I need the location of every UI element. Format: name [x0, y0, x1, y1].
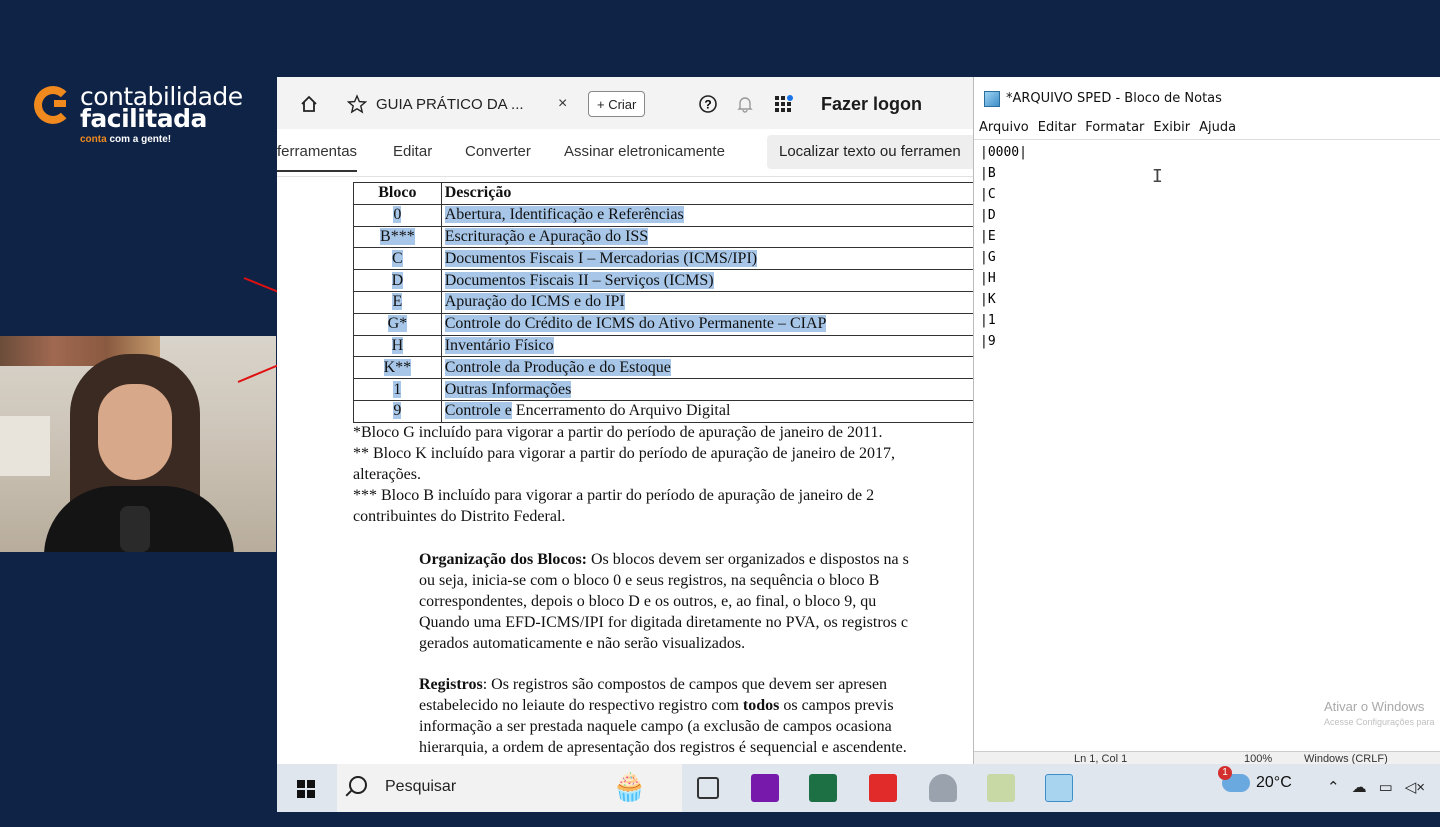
text-line: |9 [980, 334, 996, 349]
notepad-text-area[interactable]: |0000| |B |C |D |E |G |H |K |1 |9 I [974, 139, 1440, 751]
menu-editar[interactable]: Editar [1038, 120, 1077, 135]
weather-badge: 1 [1218, 766, 1232, 780]
menu-arquivo[interactable]: Arquivo [979, 120, 1029, 135]
anydesk-icon[interactable] [869, 774, 897, 802]
status-zoom: 100% [1244, 753, 1273, 764]
tab-close-icon[interactable]: × [558, 91, 567, 117]
windows-start-icon[interactable] [297, 780, 315, 798]
registros-paragraph: Registros: Os registros são compostos de… [419, 676, 907, 756]
microphone [120, 506, 150, 552]
tab-title[interactable]: GUIA PRÁTICO DA ... [376, 91, 524, 117]
tool-assinar[interactable]: Assinar eletronicamente [564, 143, 725, 160]
notepad-icon [984, 91, 1000, 107]
search-icon [349, 776, 367, 794]
cupcake-icon: 🧁 [612, 771, 647, 802]
footnote-g: *Bloco G incluído para vigorar a partir … [353, 424, 883, 441]
pdf-toolbar: ferramentas Editar Converter Assinar ele… [277, 129, 977, 177]
speaker-mute-icon[interactable]: ◁× [1405, 778, 1425, 796]
weather-temp: 20°C [1256, 774, 1292, 791]
taskbar-search[interactable]: Pesquisar 🧁 [337, 764, 682, 812]
footnote-k-cont: alterações. [353, 466, 421, 483]
login-button[interactable]: Fazer logon [821, 91, 922, 117]
table-row: C Documentos Fiscais I – Mercadorias (ICM… [353, 247, 974, 271]
notepad-window[interactable]: *ARQUIVO SPED - Bloco de Notas Arquivo E… [973, 77, 1440, 764]
org-paragraph: Organização dos Blocos: Os blocos devem … [419, 551, 909, 652]
onenote-icon[interactable] [751, 774, 779, 802]
activate-windows-title: Ativar o Windows [1324, 699, 1425, 714]
brand-g-icon [34, 86, 72, 124]
excel-icon[interactable] [809, 774, 837, 802]
search-label: Pesquisar [385, 778, 457, 795]
notepad-menu: Arquivo Editar Formatar Exibir Ajuda [979, 120, 1236, 135]
text-line: |B [980, 166, 996, 181]
table-row: 1 Outras Informações [353, 378, 974, 401]
table-row: K** Controle da Produção e do Estoque [353, 356, 974, 380]
notepad-statusbar: Ln 1, Col 1 100% Windows (CRLF) [974, 751, 1440, 764]
notepad-title: *ARQUIVO SPED - Bloco de Notas [1006, 91, 1222, 106]
helmet-app-icon[interactable] [929, 774, 957, 802]
svg-text:?: ? [704, 98, 711, 112]
table-row: H Inventário Físico [353, 334, 974, 358]
screen-share: GUIA PRÁTICO DA ... × + Criar ? Fazer lo… [277, 77, 1440, 812]
system-tray[interactable]: ⌃ ☁ ▭ ◁× [1327, 778, 1425, 796]
network-icon[interactable]: ☁ [1352, 778, 1367, 796]
text-line: |0000| [980, 145, 1027, 160]
text-line: |G [980, 250, 996, 265]
brand-line2: facilitada [80, 104, 207, 133]
tool-editar[interactable]: Editar [393, 143, 432, 160]
chevron-up-icon[interactable]: ⌃ [1327, 778, 1340, 796]
blocks-table: Bloco Descrição 0 Abertura, Identificação… [353, 182, 974, 423]
table-row: E Apuração do ICMS e do IPI [353, 290, 974, 314]
table-row: 9 Controle e Encerramento do Arquivo Digi… [353, 399, 974, 423]
table-row: G* Controle do Crédito de ICMS do Ativo P… [353, 312, 974, 336]
favorite-star-icon[interactable] [347, 91, 367, 117]
cloud-icon: 1 [1218, 766, 1250, 792]
table-row: D Documentos Fiscais II – Serviços (ICMS) [353, 269, 974, 292]
menu-ajuda[interactable]: Ajuda [1199, 120, 1236, 135]
apps-grid-icon[interactable] [774, 91, 796, 117]
text-line: |K [980, 292, 996, 307]
text-line: |D [980, 208, 996, 223]
editor-app-icon[interactable] [987, 774, 1015, 802]
text-line: |H [980, 271, 996, 286]
brand-tagline: conta com a gente! [80, 134, 172, 145]
bell-icon[interactable] [735, 91, 755, 117]
notepad-titlebar[interactable]: *ARQUIVO SPED - Bloco de Notas [974, 77, 1440, 121]
text-line: |E [980, 229, 996, 244]
help-icon[interactable]: ? [698, 91, 718, 117]
menu-formatar[interactable]: Formatar [1085, 120, 1144, 135]
table-row: B*** Escrituração e Apuração do ISS [353, 225, 974, 249]
status-line-ending: Windows (CRLF) [1304, 753, 1388, 764]
text-line: |1 [980, 313, 996, 328]
task-view-icon[interactable] [697, 777, 719, 799]
browser-tab-bar: GUIA PRÁTICO DA ... × + Criar ? Fazer lo… [277, 77, 974, 129]
find-input[interactable]: Localizar texto ou ferramen [767, 135, 977, 169]
table-header-bloco: Bloco [353, 182, 442, 205]
footnote-b: *** Bloco B incluído para vigorar a part… [353, 487, 875, 504]
footnote-k: ** Bloco K incluído para vigorar a parti… [353, 445, 896, 462]
monitor-icon[interactable]: ▭ [1379, 778, 1393, 796]
text-cursor-icon: I [1152, 166, 1163, 187]
pdf-page: Bloco Descrição 0 Abertura, Identificação… [277, 177, 974, 764]
status-position: Ln 1, Col 1 [1074, 753, 1128, 764]
tool-ferramentas[interactable]: ferramentas [277, 143, 358, 172]
table-header-descricao: Descrição [440, 182, 974, 205]
activate-windows-sub: Acesse Configurações para [1324, 717, 1435, 727]
menu-exibir[interactable]: Exibir [1153, 120, 1190, 135]
home-icon[interactable] [299, 91, 319, 117]
brand-logo: contabilidade facilitada conta com a gen… [34, 82, 264, 152]
windows-taskbar: Pesquisar 🧁 1 20°C ⌃ ☁ ▭ ◁× [277, 764, 1440, 812]
weather-widget[interactable]: 1 20°C [1218, 766, 1292, 792]
footnote-b-cont: contribuintes do Distrito Federal. [353, 508, 566, 525]
table-row: 0 Abertura, Identificação e Referências [353, 203, 974, 227]
notepad-taskbar-icon[interactable] [1045, 774, 1073, 802]
text-line: |C [980, 187, 996, 202]
create-button[interactable]: + Criar [588, 91, 646, 117]
tool-converter[interactable]: Converter [465, 143, 531, 160]
